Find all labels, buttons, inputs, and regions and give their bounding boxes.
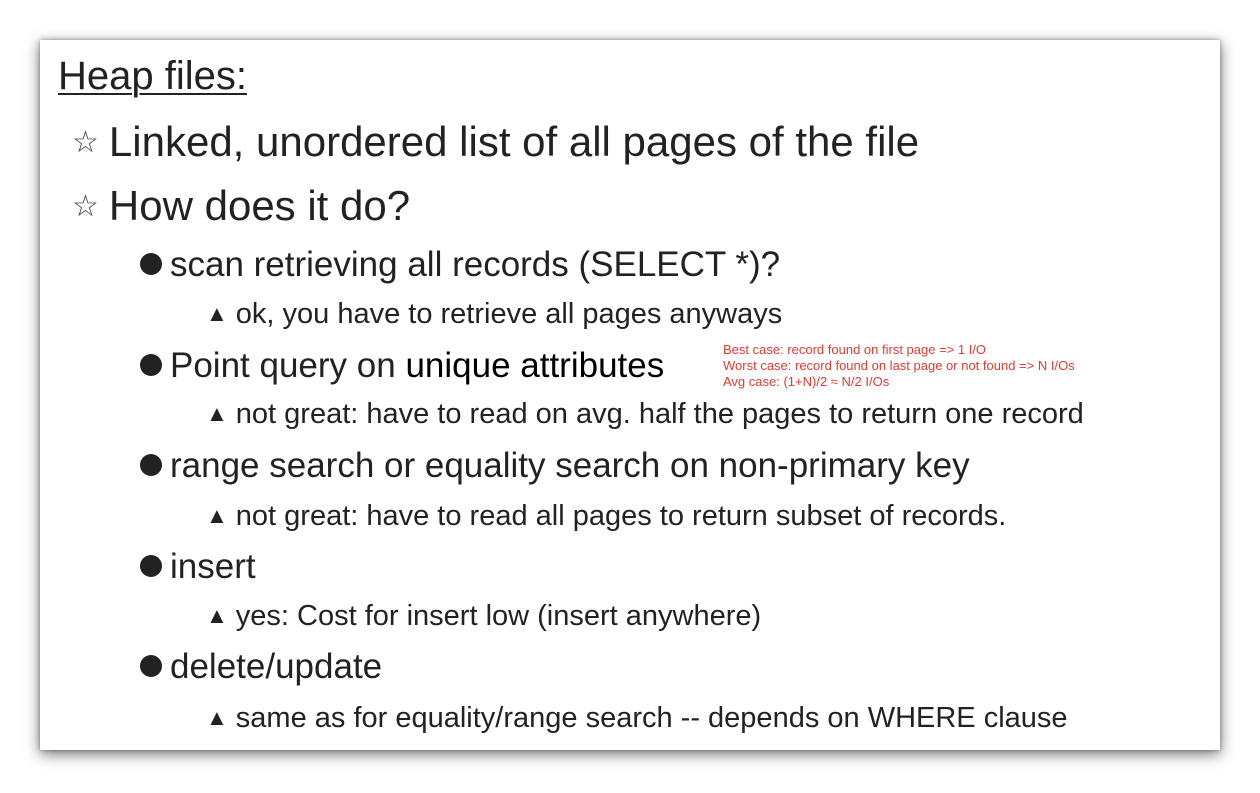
annotation-worst-case: Worst case: record found on last page or… xyxy=(723,358,1075,373)
detail-point-query: ▲ not great: have to read on avg. half th… xyxy=(206,398,1084,431)
triangle-icon: ▲ xyxy=(206,401,228,426)
slide-title: Heap files: xyxy=(58,54,247,98)
circle-bullet-icon xyxy=(140,555,162,577)
bullet-text: How does it do? xyxy=(108,182,411,229)
sub-bullet-range-search: range search or equality search on non-p… xyxy=(140,446,970,486)
sub-bullet-text: Point query on xyxy=(170,346,406,385)
sub-bullet-emphasis: unique attributes xyxy=(405,346,665,385)
circle-bullet-icon xyxy=(140,454,162,476)
sub-bullet-insert: insert xyxy=(140,547,256,587)
annotation-best-case: Best case: record found on first page =>… xyxy=(723,342,987,357)
detail-text: not great: have to read on avg. half the… xyxy=(235,398,1084,430)
bullet-text: Linked, unordered list of all pages of t… xyxy=(108,118,920,165)
circle-bullet-icon xyxy=(140,253,162,275)
triangle-icon: ▲ xyxy=(206,603,228,628)
detail-scan: ▲ ok, you have to retrieve all pages anyw… xyxy=(206,298,782,331)
slide: Heap files: ☆ Linked, unordered list of a… xyxy=(40,40,1220,750)
circle-bullet-icon xyxy=(140,655,162,677)
star-icon: ☆ xyxy=(72,190,99,223)
bullet-how-does-it-do: ☆ How does it do? xyxy=(72,182,410,230)
sub-bullet-scan: scan retrieving all records (SELECT *)? xyxy=(140,245,780,285)
sub-bullet-text: insert xyxy=(170,547,256,586)
detail-text: not great: have to read all pages to ret… xyxy=(235,500,1007,532)
sub-bullet-text: range search or equality search on non-p… xyxy=(170,446,970,485)
triangle-icon: ▲ xyxy=(206,301,228,326)
star-icon: ☆ xyxy=(72,126,99,159)
sub-bullet-delete-update: delete/update xyxy=(140,647,382,687)
sub-bullet-text: delete/update xyxy=(170,647,383,686)
detail-text: yes: Cost for insert low (insert anywher… xyxy=(235,600,762,632)
detail-delete-update: ▲ same as for equality/range search -- de… xyxy=(206,702,1068,735)
triangle-icon: ▲ xyxy=(206,705,228,730)
triangle-icon: ▲ xyxy=(206,503,228,528)
detail-insert: ▲ yes: Cost for insert low (insert anywhe… xyxy=(206,600,761,633)
sub-bullet-text: scan retrieving all records (SELECT *)? xyxy=(170,245,781,284)
annotation-avg-case: Avg case: (1+N)/2 ≈ N/2 I/Os xyxy=(723,374,890,389)
circle-bullet-icon xyxy=(140,354,162,376)
detail-range-search: ▲ not great: have to read all pages to re… xyxy=(206,500,1006,533)
detail-text: ok, you have to retrieve all pages anywa… xyxy=(235,298,783,330)
bullet-linked-list: ☆ Linked, unordered list of all pages of … xyxy=(72,118,919,166)
cost-annotation: Best case: record found on first page =>… xyxy=(723,342,1075,390)
detail-text: same as for equality/range search -- dep… xyxy=(235,702,1068,734)
sub-bullet-point-query: Point query on unique attributes xyxy=(140,346,664,386)
